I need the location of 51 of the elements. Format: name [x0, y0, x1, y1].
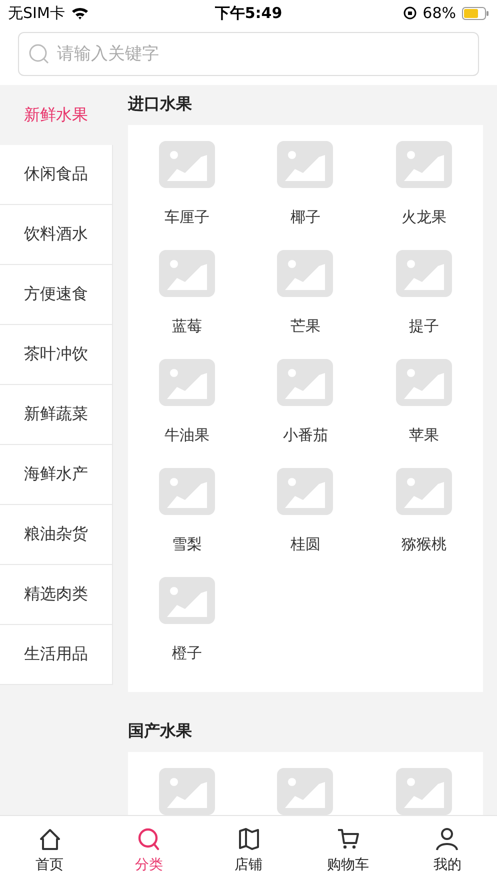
- product-name[interactable]: 火龙果: [401, 208, 446, 227]
- category-item[interactable]: 茶叶冲饮: [0, 325, 113, 385]
- search-icon: [28, 43, 50, 65]
- rotation-lock-icon: [402, 6, 417, 20]
- tab-bar-item[interactable]: 分类: [99, 816, 199, 883]
- tab-bar-item[interactable]: 店铺: [198, 816, 298, 883]
- image-placeholder-icon: [396, 141, 452, 188]
- image-placeholder-icon: [277, 468, 334, 515]
- category-item[interactable]: 新鲜蔬菜: [0, 385, 113, 445]
- tab-bar-item[interactable]: 首页: [0, 816, 100, 883]
- section-title: 进口水果: [128, 93, 193, 115]
- wifi-icon: [70, 6, 89, 20]
- product-name[interactable]: 桂圆: [290, 535, 320, 554]
- product-name[interactable]: 芒果: [290, 317, 320, 336]
- category-item[interactable]: 方便速食: [0, 265, 113, 325]
- category-item[interactable]: 生活用品: [0, 625, 113, 685]
- product-name[interactable]: 苹果: [408, 426, 439, 445]
- category-item[interactable]: 海鲜水产: [0, 445, 113, 505]
- category-item[interactable]: 休闲食品: [0, 145, 113, 205]
- product-name[interactable]: 提子: [408, 317, 439, 336]
- image-placeholder-icon: [396, 359, 452, 406]
- product-name[interactable]: 牛油果: [164, 426, 210, 445]
- image-placeholder-icon: [159, 250, 216, 297]
- tab-bar-item[interactable]: 我的: [398, 816, 497, 883]
- product-name[interactable]: 小番茄: [282, 426, 328, 445]
- battery-text: 68%: [422, 4, 456, 22]
- image-placeholder-icon: [396, 468, 452, 515]
- image-placeholder-icon: [159, 468, 216, 515]
- image-placeholder-icon: [159, 141, 216, 188]
- product-name[interactable]: 雪梨: [172, 535, 202, 554]
- image-placeholder-icon: [277, 250, 334, 297]
- image-placeholder-icon: [159, 577, 216, 624]
- category-item[interactable]: 粮油杂货: [0, 505, 113, 565]
- image-placeholder-icon: [277, 141, 334, 188]
- image-placeholder-icon: [277, 359, 334, 406]
- battery-icon: [462, 6, 489, 20]
- user-icon: [434, 826, 460, 852]
- section-title: 国产水果: [128, 720, 193, 742]
- image-placeholder-icon: [159, 359, 216, 406]
- clock-text: 下午5:49: [214, 4, 282, 22]
- search-field[interactable]: 请输入关键字: [18, 32, 479, 76]
- carrier-text: 无SIM卡: [8, 4, 65, 22]
- category-item[interactable]: 精选肉类: [0, 565, 113, 625]
- product-name[interactable]: 椰子: [290, 208, 320, 227]
- image-placeholder-icon: [396, 250, 452, 297]
- product-name[interactable]: 车厘子: [164, 208, 210, 227]
- product-name[interactable]: 猕猴桃: [401, 535, 446, 554]
- product-name[interactable]: 蓝莓: [172, 317, 202, 336]
- tab-bar-item[interactable]: 购物车: [298, 816, 398, 883]
- product-name[interactable]: 橙子: [172, 644, 202, 663]
- category-item[interactable]: 饮料酒水: [0, 205, 113, 265]
